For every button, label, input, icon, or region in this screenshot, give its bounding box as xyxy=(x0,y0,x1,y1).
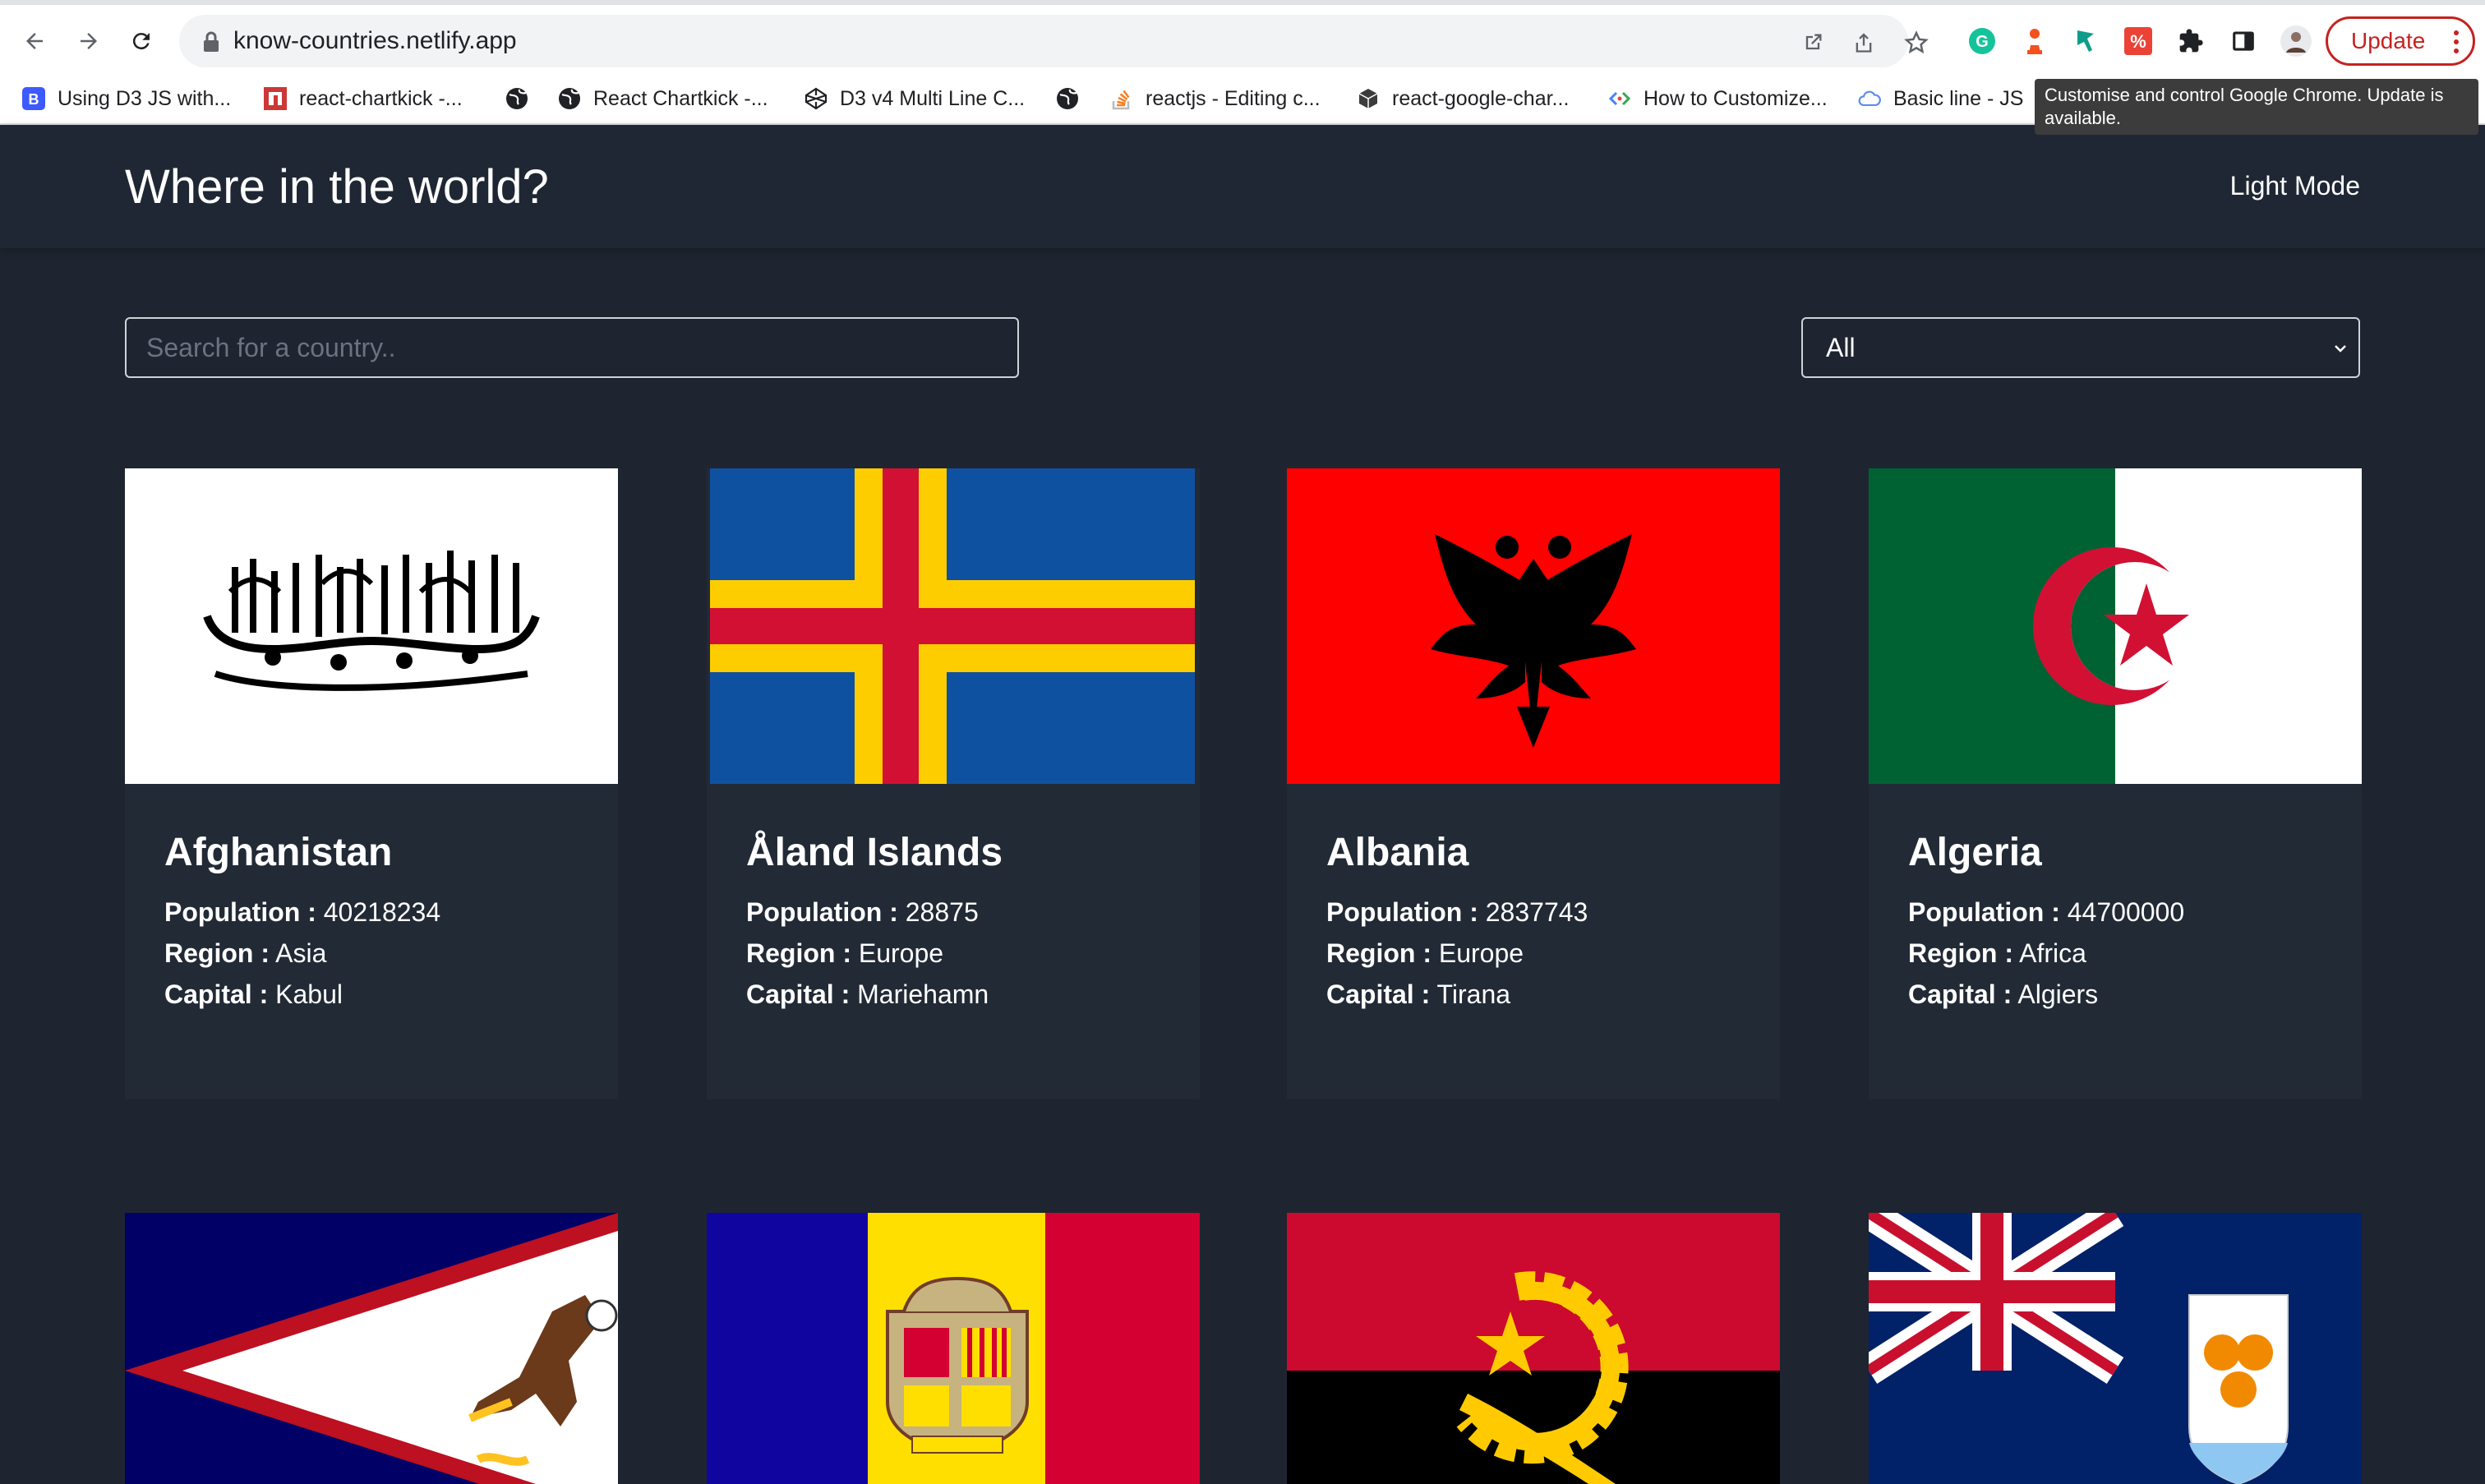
region-stat: Region : Europe xyxy=(1326,938,1524,968)
bookmark-star-icon[interactable] xyxy=(1900,26,1933,59)
back-arrow-icon xyxy=(26,33,43,49)
bookmark-item[interactable]: Basic line - JS xyxy=(1857,81,2023,117)
menu-dots-icon xyxy=(2454,30,2459,53)
b-badge-icon: B xyxy=(21,86,46,111)
country-card[interactable] xyxy=(125,1213,618,1484)
forward-arrow-icon xyxy=(81,33,97,49)
grammarly-extension-icon[interactable]: G xyxy=(1964,23,2000,59)
browser-toolbar: know-countries.netlify.app G % Update xyxy=(0,0,2485,72)
bookmark-item[interactable] xyxy=(505,81,541,117)
region-stat: Region : Europe xyxy=(746,938,944,968)
reload-button[interactable] xyxy=(120,20,163,62)
update-chrome-button[interactable]: Update xyxy=(2326,16,2475,66)
chess-piece-extension-icon[interactable] xyxy=(2017,23,2053,59)
population-stat: Population : 44700000 xyxy=(1908,897,2185,927)
theme-toggle-button[interactable]: Light Mode xyxy=(2230,171,2360,201)
card-details: Åland Islands Population : 28875 Region … xyxy=(746,830,1003,1015)
region-filter-value: All xyxy=(1826,332,1856,362)
population-stat: Population : 2837743 xyxy=(1326,897,1588,927)
card-details: Albania Population : 2837743 Region : Eu… xyxy=(1326,830,1588,1015)
capital-stat: Capital : Kabul xyxy=(164,979,343,1009)
update-label: Update xyxy=(2351,28,2426,53)
globe-icon xyxy=(557,86,582,111)
population-stat: Population : 40218234 xyxy=(164,897,441,927)
country-card[interactable] xyxy=(1287,1213,1780,1484)
flag-image xyxy=(1287,1213,1780,1484)
country-card[interactable]: Åland Islands Population : 28875 Region … xyxy=(707,468,1200,1099)
bookmark-item[interactable]: react-chartkick -... xyxy=(263,81,463,117)
country-card[interactable] xyxy=(707,1213,1200,1484)
andorra-flag-icon xyxy=(707,1213,1200,1484)
country-card[interactable]: Afghanistan Population : 40218234 Region… xyxy=(125,468,618,1099)
svg-text:B: B xyxy=(29,91,39,108)
npm-icon xyxy=(263,86,288,111)
bookmark-item[interactable]: B Using D3 JS with... xyxy=(21,81,231,117)
flag-image xyxy=(707,468,1200,784)
back-button[interactable] xyxy=(13,20,56,62)
country-name: Åland Islands xyxy=(746,831,1003,874)
extensions-puzzle-icon[interactable] xyxy=(2173,23,2209,59)
card-details: Afghanistan Population : 40218234 Region… xyxy=(164,830,440,1015)
flag-image xyxy=(1287,468,1780,784)
american-samoa-flag-icon xyxy=(125,1213,618,1484)
percent-extension-icon[interactable]: % xyxy=(2120,23,2156,59)
bookmark-item[interactable]: How to Customize... xyxy=(1607,81,1828,117)
bookmark-item[interactable]: React Chartkick -... xyxy=(557,81,768,117)
svg-text:%: % xyxy=(2130,31,2146,52)
flag-image xyxy=(1869,1213,2362,1484)
region-filter-select[interactable]: All xyxy=(1801,317,2360,378)
flag-image xyxy=(1869,468,2362,784)
svg-text:G: G xyxy=(1976,33,1989,51)
globe-icon xyxy=(1055,86,1080,111)
anguilla-flag-icon xyxy=(1869,1213,2362,1484)
address-bar[interactable]: know-countries.netlify.app xyxy=(179,15,1929,67)
flag-image xyxy=(125,468,618,784)
chrome-update-tooltip: Customise and control Google Chrome. Upd… xyxy=(2035,79,2478,135)
code-brackets-icon xyxy=(1607,86,1632,111)
flag-image xyxy=(707,1213,1200,1484)
country-search-input[interactable] xyxy=(125,317,1019,378)
albania-flag-icon xyxy=(1287,468,1780,784)
algeria-flag-icon xyxy=(1869,468,2362,784)
region-stat: Region : Africa xyxy=(1908,938,2086,968)
country-card[interactable]: Algeria Population : 44700000 Region : A… xyxy=(1869,468,2362,1099)
globe-icon xyxy=(505,86,529,111)
card-details: Algeria Population : 44700000 Region : A… xyxy=(1908,830,2184,1015)
capital-stat: Capital : Algiers xyxy=(1908,979,2099,1009)
app-header: Where in the world? Light Mode xyxy=(0,125,2485,248)
lock-icon xyxy=(204,31,219,52)
region-stat: Region : Asia xyxy=(164,938,327,968)
bookmark-item[interactable]: reactjs - Editing c... xyxy=(1109,81,1321,117)
cloud-icon xyxy=(1857,86,1882,111)
capital-stat: Capital : Tirana xyxy=(1326,979,1511,1009)
codepen-icon xyxy=(804,86,828,111)
angola-flag-icon xyxy=(1287,1213,1780,1484)
country-name: Afghanistan xyxy=(164,831,393,874)
runner-extension-icon[interactable] xyxy=(2068,23,2104,59)
reload-icon xyxy=(132,33,150,50)
flag-image xyxy=(125,1213,618,1484)
share-icon[interactable] xyxy=(1847,26,1880,59)
country-card[interactable] xyxy=(1869,1213,2362,1484)
page-title: Where in the world? xyxy=(125,160,549,214)
chevron-down-icon xyxy=(2335,345,2346,353)
bookmark-item[interactable]: react-google-char... xyxy=(1356,81,1569,117)
side-panel-icon[interactable] xyxy=(2225,23,2261,59)
bookmark-item[interactable] xyxy=(1055,81,1091,117)
country-name: Algeria xyxy=(1908,831,2042,874)
country-name: Albania xyxy=(1326,831,1469,874)
afghanistan-flag-icon xyxy=(125,468,618,784)
bookmark-item[interactable]: D3 v4 Multi Line C... xyxy=(804,81,1025,117)
stackoverflow-icon xyxy=(1109,86,1134,111)
population-stat: Population : 28875 xyxy=(746,897,979,927)
aland-flag-icon xyxy=(710,468,1195,784)
url-text: know-countries.netlify.app xyxy=(233,27,517,54)
profile-avatar-icon[interactable] xyxy=(2278,23,2314,59)
codesandbox-icon xyxy=(1356,86,1381,111)
capital-stat: Capital : Mariehamn xyxy=(746,979,989,1009)
forward-button[interactable] xyxy=(67,20,110,62)
open-in-window-icon[interactable] xyxy=(1796,26,1829,59)
country-card[interactable]: Albania Population : 2837743 Region : Eu… xyxy=(1287,468,1780,1099)
